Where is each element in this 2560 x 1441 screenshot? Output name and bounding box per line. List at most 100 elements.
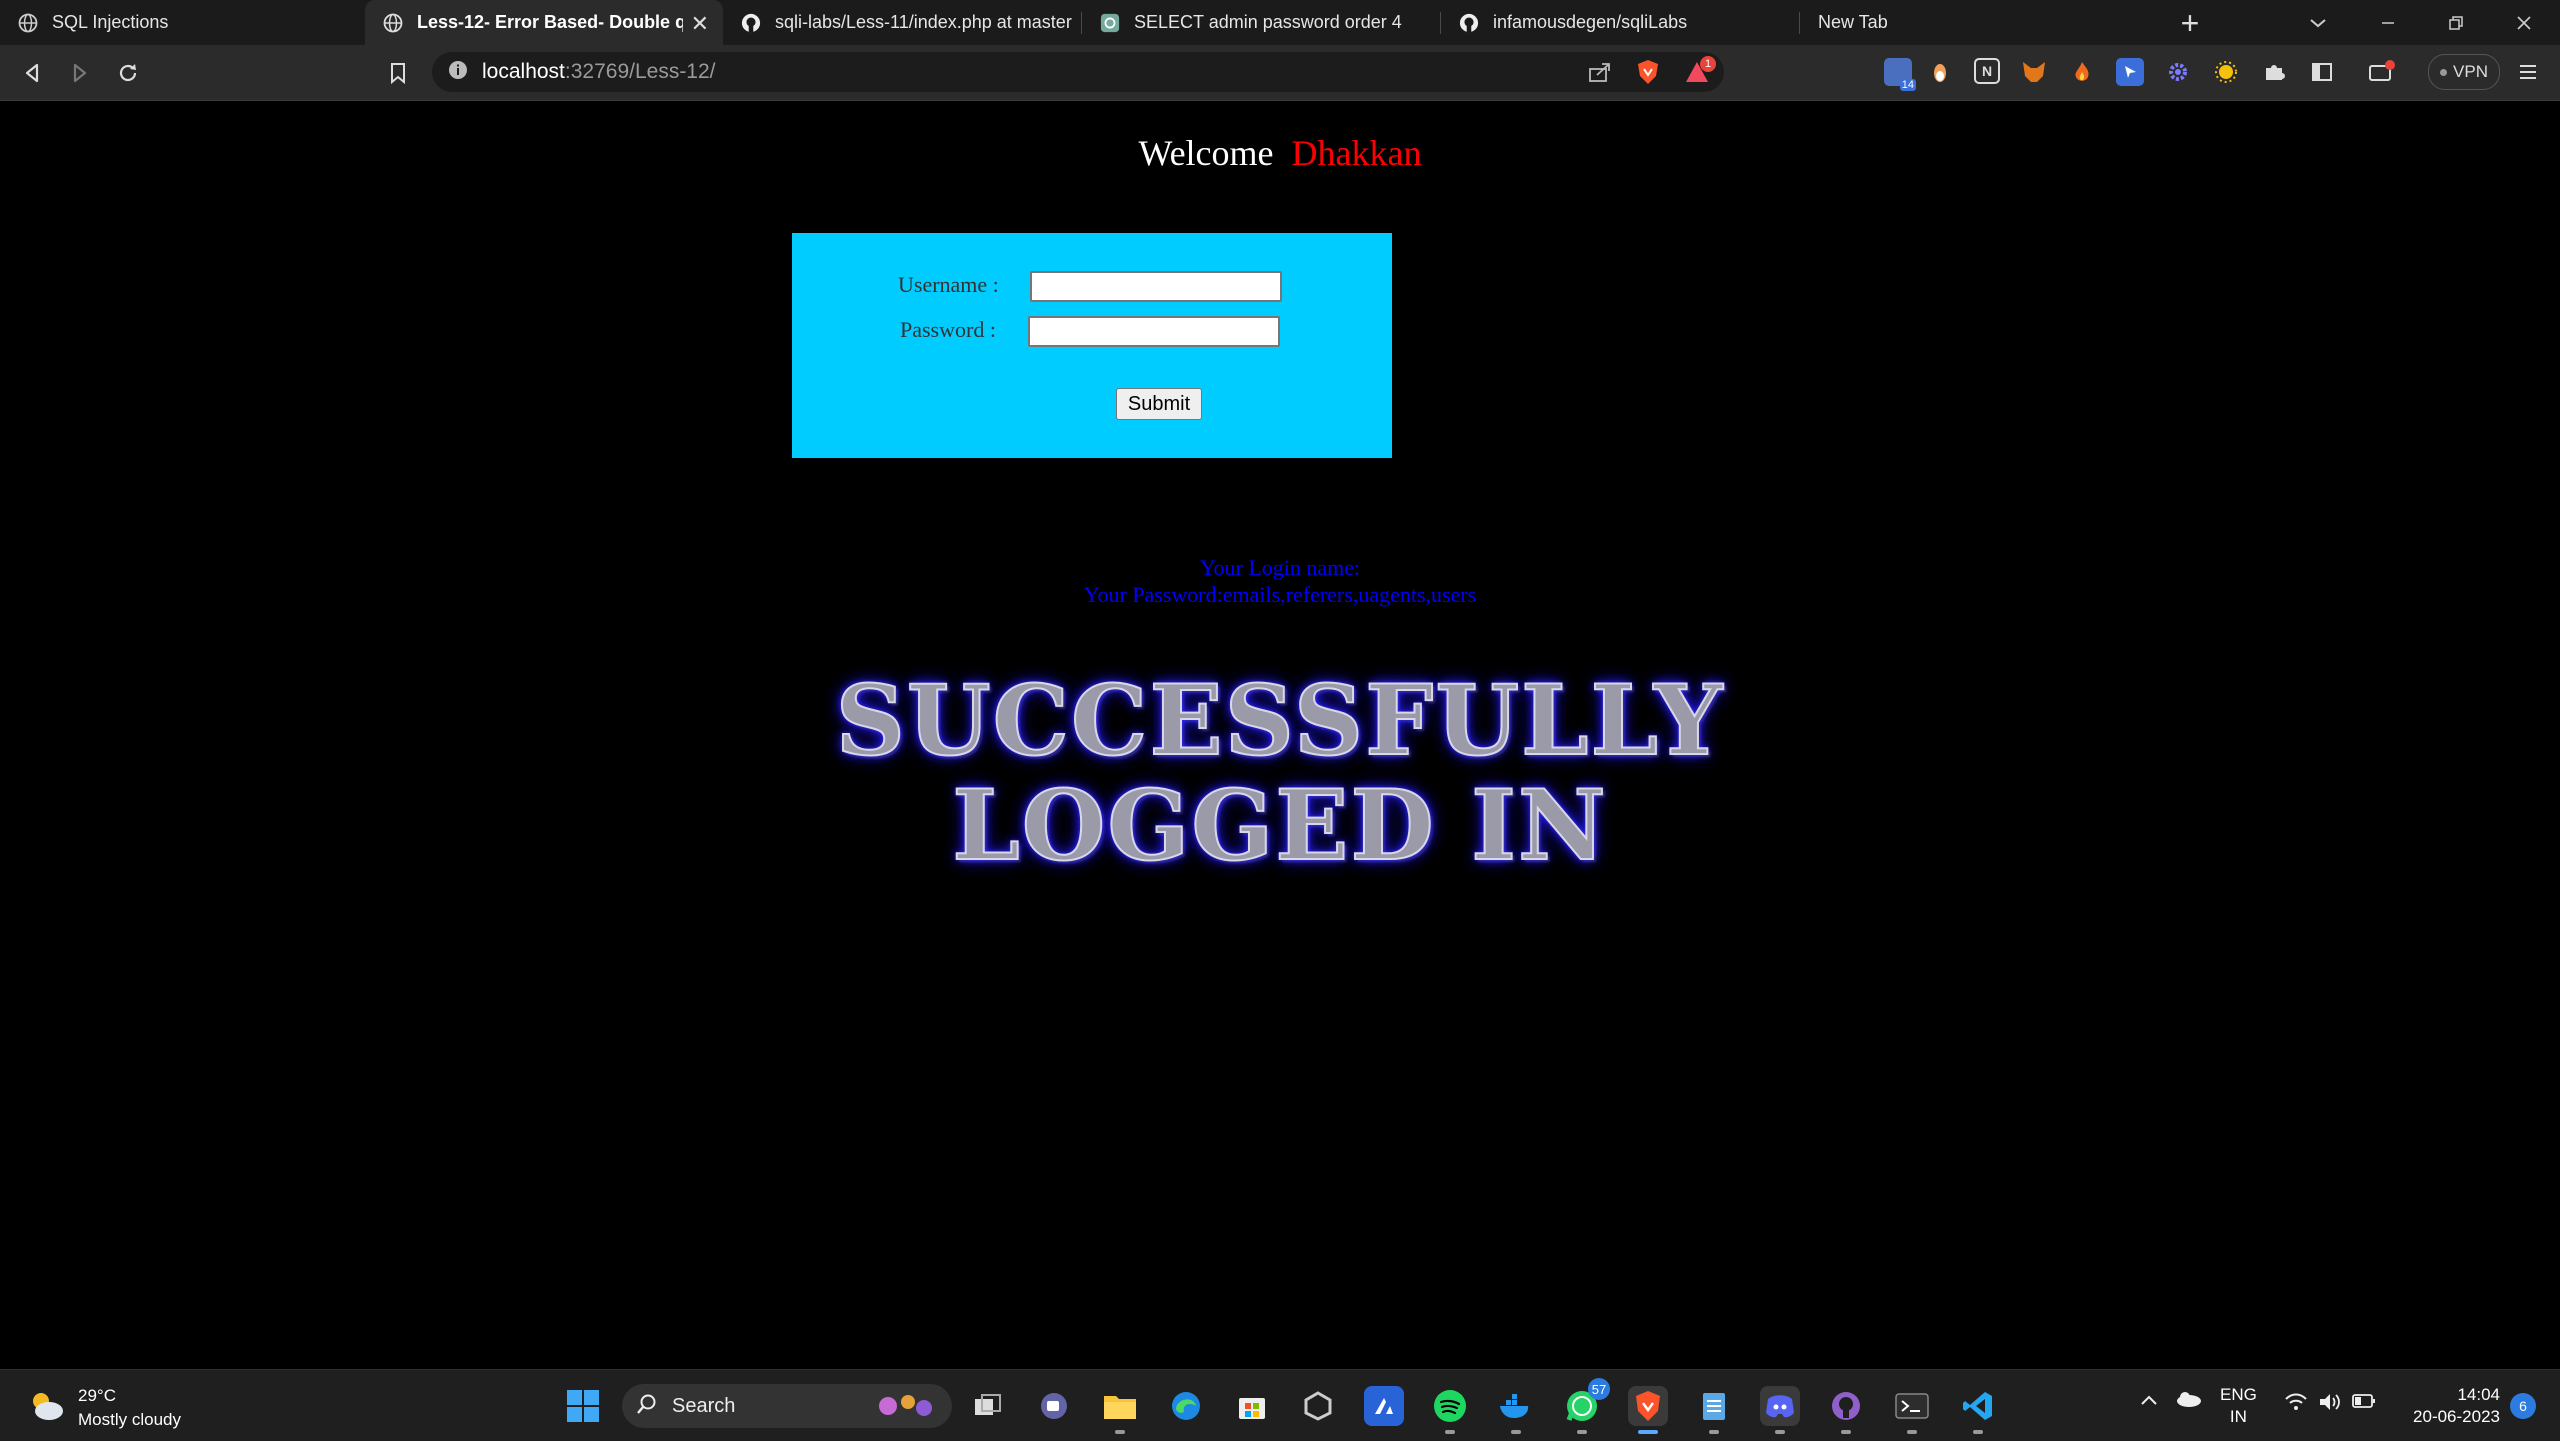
address-bar[interactable]: localhost:32769/Less-12/ 1: [432, 52, 1724, 92]
extension-badge: 14: [1899, 79, 1916, 91]
tray-overflow-chevron-icon[interactable]: [2140, 1390, 2158, 1411]
vscode-icon[interactable]: [1958, 1386, 1998, 1434]
unity-icon[interactable]: [1298, 1386, 1338, 1426]
running-indicator: [1511, 1430, 1521, 1434]
running-indicator: [1841, 1430, 1851, 1434]
task-view-icon[interactable]: [968, 1386, 1008, 1426]
tab-title: Less-12- Error Based- Double quo: [417, 12, 683, 32]
tab-search-chevron-icon[interactable]: [2302, 7, 2334, 39]
extension-gear-icon[interactable]: [2164, 58, 2192, 86]
new-tab-button[interactable]: +: [2174, 5, 2206, 41]
notification-count-badge[interactable]: 6: [2510, 1393, 2536, 1419]
tab-title: SELECT admin password order 4: [1134, 12, 1402, 32]
restore-button[interactable]: [2440, 7, 2472, 39]
brave-shields-icon[interactable]: [1636, 59, 1660, 90]
share-icon[interactable]: [1588, 61, 1612, 88]
url-host: localhost: [482, 60, 565, 83]
site-info-icon[interactable]: [448, 60, 468, 85]
sidebar-toggle-icon[interactable]: [2308, 58, 2336, 86]
brave-browser-icon[interactable]: [1628, 1386, 1668, 1434]
github-icon: [741, 13, 761, 33]
password-input[interactable]: [1028, 316, 1280, 347]
system-clock[interactable]: 14:04 20-06-2023: [2400, 1384, 2500, 1428]
forward-button[interactable]: [64, 57, 96, 89]
browser-toolbar: localhost:32769/Less-12/ 1 14 N VPN: [0, 45, 2560, 101]
welcome-heading: Welcome Dhakkan: [0, 132, 2560, 174]
extension-fox-icon[interactable]: [1926, 58, 1954, 86]
globe-icon: [383, 13, 403, 33]
running-indicator-active: [1638, 1430, 1658, 1434]
back-button[interactable]: [16, 57, 48, 89]
username-input[interactable]: [1030, 271, 1282, 302]
running-indicator: [1577, 1430, 1587, 1434]
taskbar-search[interactable]: Search: [622, 1384, 952, 1428]
close-icon[interactable]: ✕: [691, 11, 709, 37]
page-content: Welcome Dhakkan Username : Password : Sub…: [0, 101, 2560, 1369]
password-result: Your Password:emails,referers,uagents,us…: [1083, 582, 1477, 607]
volume-icon[interactable]: [2318, 1392, 2342, 1417]
notion-icon[interactable]: N: [1974, 58, 2000, 84]
tab-sql-injections[interactable]: SQL Injections: [0, 0, 365, 45]
running-indicator: [1775, 1430, 1785, 1434]
extensions-puzzle-icon[interactable]: [2260, 58, 2288, 86]
rewards-badge: 1: [1700, 56, 1716, 72]
clock-date: 20-06-2023: [2413, 1407, 2500, 1426]
url-path: :32769/Less-12/: [564, 60, 716, 83]
search-highlight-icon: [872, 1388, 942, 1429]
tab-new-tab[interactable]: New Tab: [1800, 0, 2140, 45]
login-form: Username : Password : Submit: [792, 233, 1392, 458]
weather-widget[interactable]: 29°C Mostly cloudy: [26, 1384, 181, 1432]
file-explorer-icon[interactable]: [1100, 1386, 1140, 1434]
running-indicator: [1115, 1430, 1125, 1434]
azure-studio-icon[interactable]: [1364, 1386, 1404, 1426]
running-indicator: [1445, 1430, 1455, 1434]
brave-rewards-icon[interactable]: 1: [1684, 56, 1716, 89]
notepad-icon[interactable]: [1694, 1386, 1734, 1434]
github-desktop-icon[interactable]: [1826, 1386, 1866, 1434]
extension-translate-icon[interactable]: 14: [1884, 58, 1916, 91]
tab-title: infamousdegen/sqliLabs: [1493, 12, 1688, 32]
teams-chat-icon[interactable]: [1034, 1386, 1074, 1426]
chatgpt-icon: [1100, 13, 1120, 33]
onedrive-cloud-icon[interactable]: [2174, 1390, 2202, 1413]
welcome-text: Welcome: [1138, 133, 1274, 173]
store-icon[interactable]: [1232, 1386, 1272, 1426]
bookmark-icon[interactable]: [382, 57, 414, 89]
metamask-icon[interactable]: [2020, 58, 2048, 86]
success-banner-line-2: LOGGED IN: [951, 768, 1608, 883]
lang-bottom: IN: [2229, 1407, 2247, 1426]
search-label: Search: [672, 1394, 736, 1417]
extension-cursor-icon[interactable]: [2116, 58, 2144, 86]
minimize-button[interactable]: [2372, 7, 2404, 39]
tab-title: SQL Injections: [52, 12, 169, 32]
menu-icon[interactable]: [2514, 58, 2542, 86]
battery-icon[interactable]: [2352, 1393, 2376, 1414]
tab-title: sqli-labs/Less-11/index.php at master: [775, 12, 1072, 32]
tab-less-12[interactable]: Less-12- Error Based- Double quo ✕: [365, 0, 723, 45]
edge-icon[interactable]: [1166, 1386, 1206, 1426]
docker-icon[interactable]: [1496, 1386, 1536, 1434]
whatsapp-icon[interactable]: 57: [1562, 1378, 1610, 1434]
start-button[interactable]: [563, 1386, 603, 1426]
globe-icon: [18, 13, 38, 33]
tab-sqli-labs-github[interactable]: sqli-labs/Less-11/index.php at master: [723, 0, 1081, 45]
password-label: Password :: [900, 317, 996, 342]
reload-button[interactable]: [112, 57, 144, 89]
terminal-icon[interactable]: [1892, 1386, 1932, 1434]
fire-extension-icon[interactable]: [2068, 58, 2096, 86]
clock-time: 14:04: [2457, 1385, 2500, 1404]
cloud-sun-icon: [26, 1388, 66, 1429]
tab-infamousdegen-github[interactable]: infamousdegen/sqliLabs: [1441, 0, 1799, 45]
vpn-button[interactable]: VPN: [2428, 54, 2500, 90]
tab-chatgpt[interactable]: SELECT admin password order 4: [1082, 0, 1440, 45]
discord-icon[interactable]: [1760, 1386, 1800, 1434]
wifi-icon[interactable]: [2284, 1392, 2308, 1417]
close-window-button[interactable]: [2508, 7, 2540, 39]
spotify-icon[interactable]: [1430, 1386, 1470, 1434]
wallet-icon[interactable]: [2368, 58, 2396, 86]
submit-button[interactable]: Submit: [1116, 388, 1202, 420]
input-language-indicator[interactable]: ENG IN: [2220, 1384, 2257, 1428]
weather-desc: Mostly cloudy: [78, 1410, 181, 1429]
extension-sun-icon[interactable]: [2212, 58, 2240, 86]
login-name-result: Your Login name:: [1199, 555, 1361, 580]
